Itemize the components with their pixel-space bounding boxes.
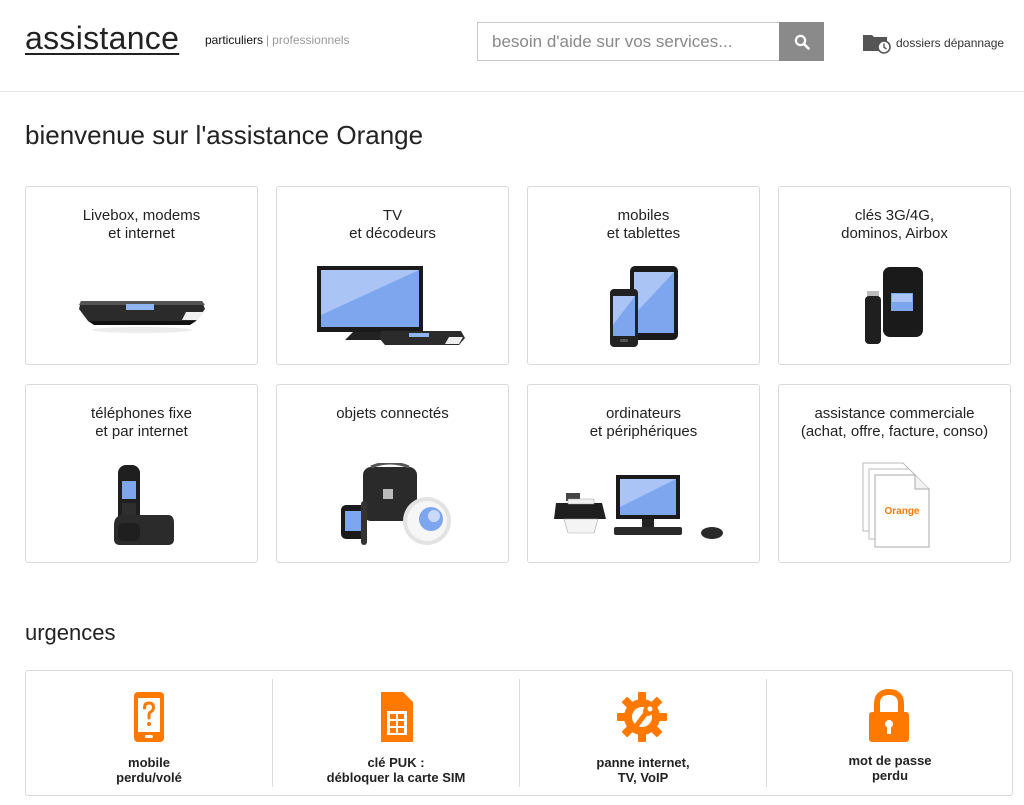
tile-label: assistance commerciale (achat, offre, fa… [800,405,989,440]
urgence-cle-puk[interactable]: clé PUK : débloquer la carte SIM [273,671,519,795]
folder-clock-icon [863,35,891,54]
tile-label: téléphones fixe et par internet [91,405,192,440]
segment-particuliers[interactable]: particuliers [205,33,263,47]
tv-icon [317,266,465,345]
page-title: bienvenue sur l'assistance Orange [25,120,424,150]
tile-label: mobiles et tablettes [606,207,681,242]
connected-objects-icon [341,463,451,545]
urgences-title: urgences [25,620,116,645]
mobile-tablet-icon [610,266,678,347]
urgence-label: mot de passe perdu [848,753,932,783]
gear-wrench-icon [617,692,667,742]
urgence-panne-internet[interactable]: panne internet, TV, VoIP [520,671,766,795]
search-icon [794,34,810,50]
segment-switcher: particuliers | professionnels [205,33,350,47]
urgence-label: panne internet, TV, VoIP [596,755,690,785]
tile-telephones-fixe[interactable]: téléphones fixe et par internet [25,384,258,563]
urgence-mobile-perdu[interactable]: mobile perdu/volé [26,671,272,795]
urgence-label: mobile perdu/volé [116,755,182,785]
tile-label: ordinateurs et périphériques [589,405,698,440]
tile-label: clés 3G/4G, dominos, Airbox [841,207,948,242]
usb-key-icon [865,267,923,344]
search-button[interactable] [779,22,824,61]
sim-card-icon [381,692,413,742]
padlock-icon [869,689,909,742]
segment-professionnels[interactable]: professionnels [272,33,349,47]
tile-livebox[interactable]: Livebox, modems et internet [25,186,258,365]
invoice-orange-label: Orange [884,506,920,517]
urgences-panel: mobile perdu/volé clé PUK : débloquer la… [25,670,1013,796]
tile-ordinateurs[interactable]: ordinateurs et périphériques [527,384,760,563]
tile-label: TV et décodeurs [349,207,436,242]
urgence-mot-de-passe[interactable]: mot de passe perdu [767,671,1013,795]
dossiers-depannage-link[interactable]: dossiers dépannage [862,32,1004,54]
tile-label: objets connectés [336,405,449,422]
livebox-icon [79,301,205,333]
tile-tv[interactable]: TV et décodeurs [276,186,509,365]
computer-icon [554,475,723,539]
urgence-label: clé PUK : débloquer la carte SIM [326,755,466,785]
tile-mobiles[interactable]: mobiles et tablettes [527,186,760,365]
folders-label: dossiers dépannage [896,36,1005,50]
home-phone-icon [114,465,174,545]
header: assistance particuliers|professionnels d… [0,0,1024,92]
lost-phone-icon [134,692,164,742]
tile-assistance-commerciale[interactable]: assistance commerciale (achat, offre, fa… [778,384,1011,563]
tile-label: Livebox, modems et internet [82,207,201,242]
tile-cles-3g-4g[interactable]: clés 3G/4G, dominos, Airbox [778,186,1011,365]
tile-objets-connectes[interactable]: objets connectés [276,384,509,563]
search-input[interactable] [477,22,780,61]
segment-separator: | [266,33,270,47]
assistance-logo[interactable]: assistance [25,20,179,57]
